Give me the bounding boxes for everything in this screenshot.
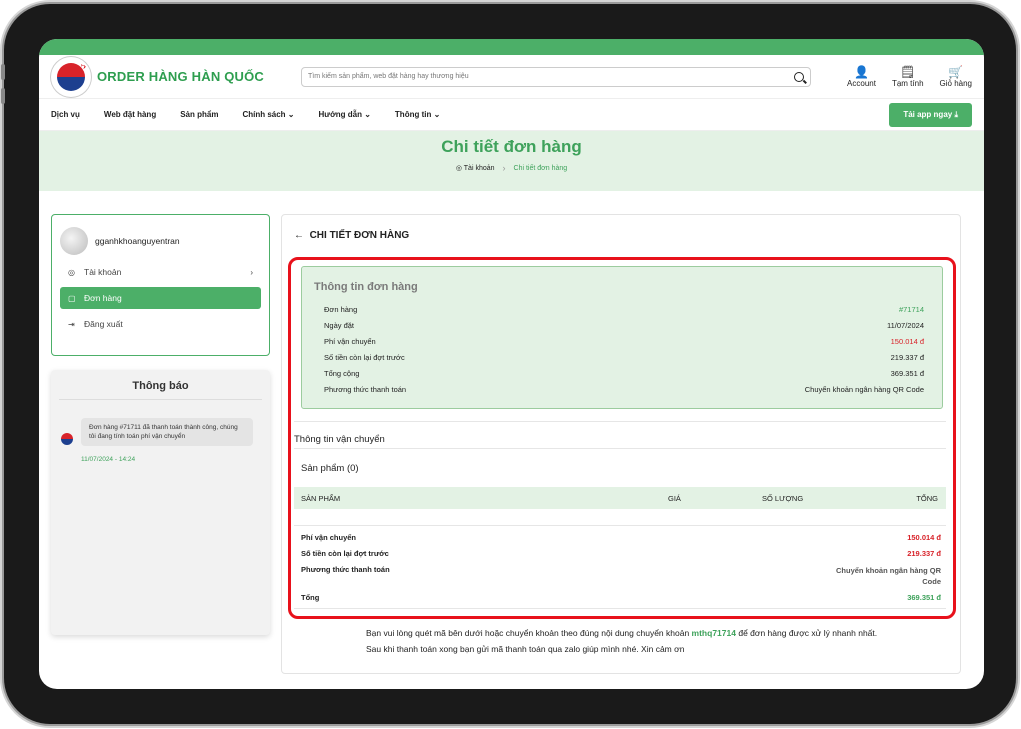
- main-nav: Dịch vụ Web đặt hàng Sản phẩm Chính sách…: [39, 99, 984, 131]
- nav-item-info[interactable]: Thông tin ⌄: [395, 110, 440, 119]
- page-title: Chi tiết đơn hàng: [441, 137, 582, 156]
- subtotal-button[interactable]: 🗒 Tạm tính: [892, 65, 924, 88]
- avatar: [60, 227, 88, 255]
- account-label: Account: [847, 79, 876, 88]
- breadcrumb-current: Chi tiết đơn hàng: [513, 164, 568, 172]
- chevron-down-icon: ⌄: [287, 110, 295, 119]
- chevron-down-icon: ⌄: [364, 110, 371, 119]
- sidebar-item-account[interactable]: ◎ Tài khoản ›: [60, 261, 261, 283]
- search-input[interactable]: Tìm kiếm sản phẩm, web đặt hàng hay thươ…: [301, 66, 811, 87]
- top-strip: [39, 39, 984, 55]
- search-icon[interactable]: [794, 71, 804, 82]
- site-header: ✈ ORDER HÀNG HÀN QUỐC Tìm kiếm sản phẩm,…: [39, 55, 984, 99]
- user-circle-icon: ◎: [68, 267, 75, 277]
- volume-button: [1, 88, 5, 104]
- receipt-icon: 🗒: [900, 65, 916, 79]
- order-detail-card: ← CHI TIẾT ĐƠN HÀNG Thông tin đơn hàng Đ…: [281, 214, 961, 674]
- user-profile: gganhkhoanguyentran: [60, 225, 261, 257]
- highlight-outline: [288, 257, 956, 619]
- logo-emblem-icon: [61, 433, 73, 445]
- nav-item-order-sites[interactable]: Web đặt hàng: [104, 110, 156, 119]
- chevron-down-icon: ⌄: [433, 110, 441, 119]
- chevron-right-icon: ›: [250, 267, 253, 277]
- bag-icon: ▢: [68, 293, 76, 303]
- logout-icon: ⇥: [68, 319, 75, 329]
- arrow-left-icon: ←: [294, 230, 304, 241]
- back-button[interactable]: ← CHI TIẾT ĐƠN HÀNG: [294, 230, 409, 241]
- notifications-panel: Thông báo Đơn hàng #71711 đã thanh toán …: [51, 370, 270, 635]
- download-app-button[interactable]: Tải app ngay ⤓: [889, 102, 972, 127]
- payment-note: Bạn vui lòng quét mã bên dưới hoặc chuyể…: [366, 628, 878, 654]
- sidebar-item-logout[interactable]: ⇥ Đăng xuất: [60, 313, 261, 335]
- subtotal-label: Tạm tính: [891, 79, 924, 88]
- nav-item-guide[interactable]: Hướng dẫn ⌄: [319, 110, 371, 119]
- search-placeholder: Tìm kiếm sản phẩm, web đặt hàng hay thươ…: [308, 73, 469, 80]
- user-icon: 👤: [854, 65, 869, 79]
- content: gganhkhoanguyentran ◎ Tài khoản › ▢ Đơn …: [39, 191, 984, 674]
- account-button[interactable]: 👤 Account: [847, 65, 876, 88]
- logo[interactable]: ✈ ORDER HÀNG HÀN QUỐC: [51, 56, 291, 97]
- cart-label: Giỏ hàng: [939, 79, 972, 88]
- username: gganhkhoanguyentran: [95, 236, 180, 246]
- breadcrumb: ◎ Tài khoản › Chi tiết đơn hàng: [39, 163, 984, 173]
- sidebar-item-orders[interactable]: ▢ Đơn hàng: [60, 287, 261, 309]
- screen: ✈ ORDER HÀNG HÀN QUỐC Tìm kiếm sản phẩm,…: [39, 39, 984, 689]
- download-icon: ⤓: [954, 109, 958, 119]
- logo-text: ORDER HÀNG HÀN QUỐC: [97, 69, 265, 84]
- notification-item[interactable]: Đơn hàng #71711 đã thanh toán thành công…: [61, 418, 253, 446]
- notification-time: 11/07/2024 - 14:24: [81, 456, 136, 463]
- volume-button: [1, 64, 5, 80]
- notification-message: Đơn hàng #71711 đã thanh toán thành công…: [81, 418, 253, 446]
- notifications-title: Thông báo: [59, 370, 262, 400]
- nav-item-services[interactable]: Dịch vụ: [51, 110, 80, 119]
- transfer-code: mthq71714: [691, 628, 736, 638]
- nav-item-policy[interactable]: Chính sách ⌄: [242, 110, 294, 119]
- cart-button[interactable]: 🛒 Giỏ hàng: [940, 65, 972, 88]
- logo-emblem-icon: ✈: [51, 56, 91, 97]
- cart-icon: 🛒: [948, 65, 964, 79]
- nav-item-products[interactable]: Sản phẩm: [180, 110, 218, 119]
- page-banner: Chi tiết đơn hàng ◎ Tài khoản › Chi tiết…: [39, 131, 984, 191]
- breadcrumb-account[interactable]: ◎ Tài khoản: [456, 164, 495, 172]
- chevron-right-icon: ›: [502, 163, 506, 173]
- account-sidebar: gganhkhoanguyentran ◎ Tài khoản › ▢ Đơn …: [51, 214, 270, 356]
